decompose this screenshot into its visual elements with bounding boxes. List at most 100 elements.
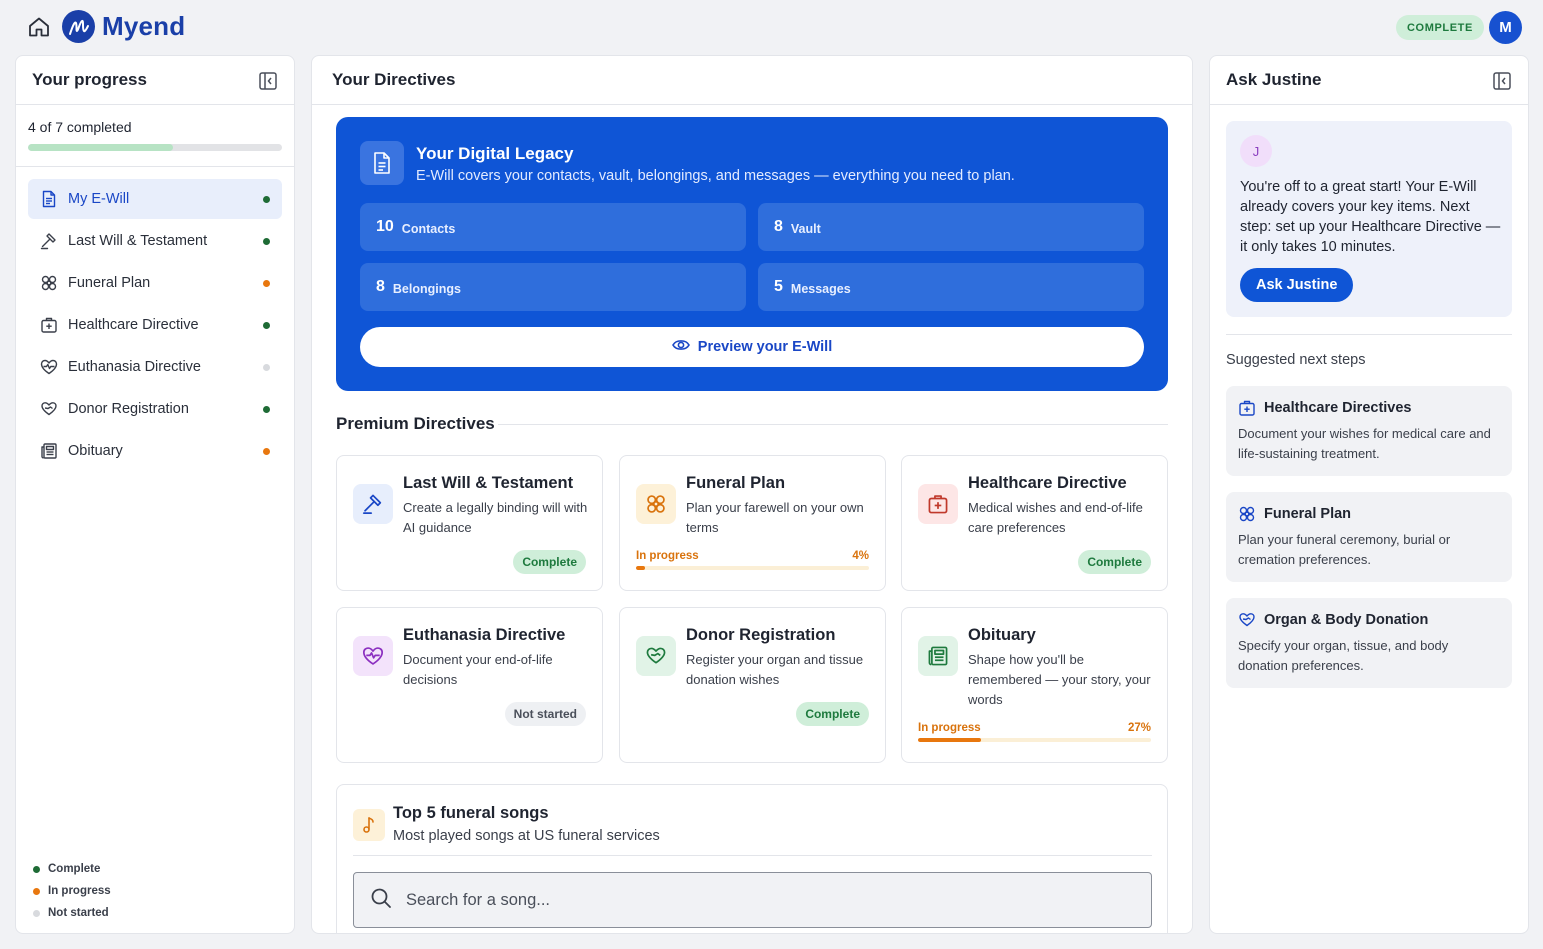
card-status-badge: Complete [796,702,869,726]
status-dot-icon [263,448,270,455]
suggestion-title: Healthcare Directives [1264,400,1412,416]
nav-item-label: Obituary [68,443,123,459]
account-status-badge: COMPLETE [1396,15,1484,40]
suggestion-funeral-plan[interactable]: Funeral Plan Plan your funeral ceremony,… [1226,492,1512,582]
section-divider [498,424,1168,425]
preview-ewill-button[interactable]: Preview your E-Will [360,327,1144,367]
stat-number: 10 [376,218,394,235]
suggestion-organ-body-donation[interactable]: Organ & Body Donation Specify your organ… [1226,598,1512,688]
medical-bag-icon [918,484,958,524]
stat-label: Belongings [392,281,461,296]
status-legend: Complete In progress Not started [33,858,111,924]
card-percent: 4% [852,550,869,562]
document-icon [40,190,58,208]
legend-not-started: Not started [33,902,111,924]
preview-label: Preview your E-Will [697,339,833,355]
directives-panel-header: Your Directives [312,56,1192,105]
suggestion-title: Organ & Body Donation [1264,612,1429,628]
progress-bar [28,144,282,151]
nav-item-funeral-plan[interactable]: Funeral Plan [28,263,282,303]
legend-label: Not started [48,907,109,919]
directive-card-healthcare-directive[interactable]: Healthcare Directive Medical wishes and … [901,455,1168,591]
hand-heart-icon [40,400,58,418]
songs-title: Top 5 funeral songs [393,804,549,822]
directives-panel: Your Directives Your Digital Legacy E-Wi… [311,55,1193,934]
nav-item-donor-registration[interactable]: Donor Registration [28,389,282,429]
directive-card-funeral-plan[interactable]: Funeral Plan Plan your farewell on your … [619,455,886,591]
brand-logo[interactable]: Myend [62,10,185,43]
not-started-dot-icon [33,909,40,917]
funeral-songs-card: Top 5 funeral songs Most played songs at… [336,784,1168,933]
card-progress-fill [636,566,646,570]
progress-summary: 4 of 7 completed [16,105,294,167]
stat-number: 8 [774,218,783,235]
status-dot-icon [263,238,270,245]
card-title: Donor Registration [686,626,836,644]
hero-title: Your Digital Legacy [416,144,574,163]
hand-heart-icon [1238,611,1256,629]
card-progress-fill [918,738,981,742]
stat-number: 5 [774,278,783,295]
stat-belongings[interactable]: 8 Belongings [360,263,746,311]
suggestion-description: Plan your funeral ceremony, burial or cr… [1238,532,1451,567]
nav-item-last-will-testament[interactable]: Last Will & Testament [28,221,282,261]
suggestion-healthcare-directives[interactable]: Healthcare Directives Document your wish… [1226,386,1512,476]
music-note-icon [353,809,385,841]
directive-card-obituary[interactable]: Obituary Shape how you'll be remembered … [901,607,1168,763]
stat-label: Vault [790,221,821,236]
stat-label: Messages [790,281,851,296]
home-icon[interactable] [26,14,52,40]
card-progress: In progress 4% [636,550,869,570]
suggestion-header: Funeral Plan [1238,505,1351,523]
newspaper-icon [40,442,58,460]
status-dot-icon [263,322,270,329]
nav-item-my-e-will[interactable]: My E-Will [28,179,282,219]
flower-icon [40,274,58,292]
stat-contacts[interactable]: 10 Contacts [360,203,746,251]
gavel-icon [353,484,393,524]
card-description: Medical wishes and end-of-life care pref… [968,500,1143,535]
ask-justine-button[interactable]: Ask Justine [1240,268,1354,302]
suggested-steps-title: Suggested next steps [1226,352,1366,368]
premium-directives-title: Premium Directives [336,414,495,433]
nav-item-euthanasia-directive[interactable]: Euthanasia Directive [28,347,282,387]
card-title: Euthanasia Directive [403,626,566,644]
stat-messages[interactable]: 5 Messages [758,263,1144,311]
eye-icon [671,338,690,356]
medical-bag-icon [1238,399,1256,417]
nav-item-label: My E-Will [68,191,130,207]
suggestion-header: Healthcare Directives [1238,399,1412,417]
assistant-avatar: J [1240,135,1272,167]
newspaper-icon [918,636,958,676]
directive-card-last-will-testament[interactable]: Last Will & Testament Create a legally b… [336,455,603,591]
song-search-input[interactable] [406,890,1126,910]
directive-card-donor-registration[interactable]: Donor Registration Register your organ a… [619,607,886,763]
card-title: Obituary [968,626,1036,644]
divider [1226,334,1512,335]
card-progress-track [918,738,1151,742]
legend-label: Complete [48,863,101,875]
stat-vault[interactable]: 8 Vault [758,203,1144,251]
assistant-message-card: J You're off to a great start! Your E-Wi… [1226,121,1512,317]
status-dot-icon [263,280,270,287]
card-progress: In progress 27% [918,722,1151,742]
medical-bag-icon [40,316,58,334]
digital-legacy-card: Your Digital Legacy E-Will covers your c… [336,117,1168,391]
collapse-panel-icon[interactable] [258,71,278,91]
card-description: Create a legally binding will with AI gu… [403,500,588,535]
nav-item-label: Healthcare Directive [68,317,199,333]
song-search[interactable] [353,872,1152,928]
hero-subtitle: E-Will covers your contacts, vault, belo… [416,168,1015,184]
status-dot-icon [263,196,270,203]
nav-item-obituary[interactable]: Obituary [28,431,282,471]
flower-icon [636,484,676,524]
hand-heart-icon [636,636,676,676]
card-description: Plan your farewell on your own terms [686,500,864,535]
directive-nav: My E-Will Last Will & Testament Funeral … [16,167,294,471]
card-status-badge: Complete [1078,550,1151,574]
directive-card-euthanasia-directive[interactable]: Euthanasia Directive Document your end-o… [336,607,603,763]
card-description: Shape how you'll be remembered — your st… [968,652,1151,707]
nav-item-healthcare-directive[interactable]: Healthcare Directive [28,305,282,345]
user-avatar[interactable]: M [1489,11,1522,44]
collapse-panel-icon[interactable] [1492,71,1512,91]
